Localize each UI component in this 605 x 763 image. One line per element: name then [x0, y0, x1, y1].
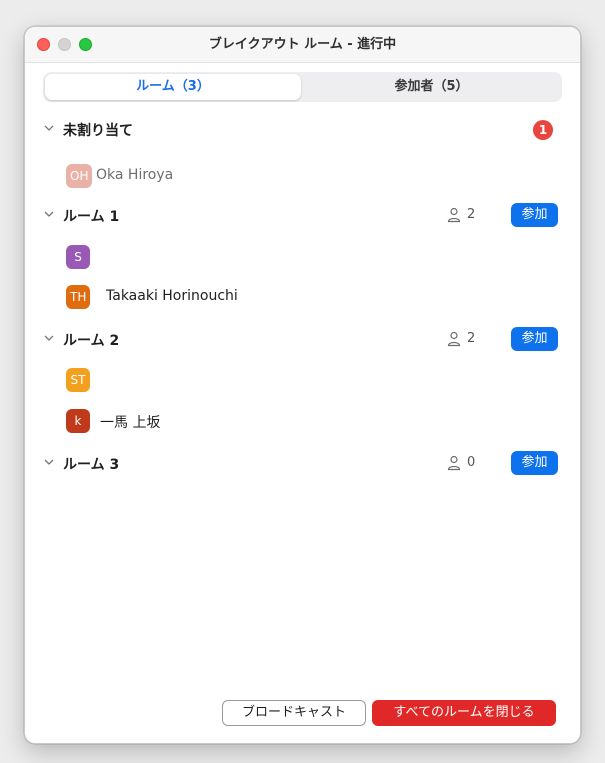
title-bar: ブレイクアウト ルーム - 進行中 [25, 27, 580, 63]
tab-participants[interactable]: 参加者（5） [303, 74, 560, 100]
member-name: Takaaki Horinouchi [106, 288, 238, 304]
unassigned-count-badge: 1 [533, 120, 553, 140]
member-row[interactable]: k 一馬 上坂 [25, 409, 580, 433]
avatar: k [66, 409, 90, 433]
chevron-down-icon[interactable] [43, 208, 55, 220]
member-name: 一馬 上坂 [100, 415, 161, 431]
group-title-room-1: ルーム 1 [63, 209, 120, 225]
avatar: S [66, 245, 90, 269]
chevron-down-icon[interactable] [43, 332, 55, 344]
avatar: OH [66, 164, 93, 188]
group-unassigned[interactable]: 未割り当て 1 [25, 118, 580, 142]
group-room-2[interactable]: ルーム 2 2 参加 [25, 327, 580, 352]
member-row[interactable]: OH Oka Hiroya [25, 164, 580, 188]
group-title-room-2: ルーム 2 [63, 333, 120, 349]
person-icon [447, 331, 461, 347]
group-title-room-3: ルーム 3 [63, 457, 120, 473]
join-room-1-button[interactable]: 参加 [511, 203, 558, 227]
tab-rooms[interactable]: ルーム（3） [45, 74, 301, 100]
join-room-3-button[interactable]: 参加 [511, 451, 558, 475]
person-icon [447, 455, 461, 471]
person-icon [447, 207, 461, 223]
member-name: Oka Hiroya [96, 167, 174, 183]
group-title-unassigned: 未割り当て [63, 123, 133, 139]
chevron-down-icon[interactable] [43, 122, 55, 134]
join-room-2-button[interactable]: 参加 [511, 327, 558, 351]
member-row[interactable]: ST [25, 368, 580, 392]
member-row[interactable]: TH Takaaki Horinouchi [25, 285, 580, 309]
avatar: TH [66, 285, 91, 309]
count-value: 2 [467, 331, 476, 346]
avatar: ST [66, 368, 90, 392]
group-room-3[interactable]: ルーム 3 0 参加 [25, 451, 580, 476]
close-all-rooms-button[interactable]: すべてのルームを閉じる [372, 700, 556, 726]
window-title: ブレイクアウト ルーム - 進行中 [208, 37, 397, 52]
broadcast-button[interactable]: ブロードキャスト [222, 700, 366, 726]
count-value: 0 [467, 455, 476, 470]
breakout-rooms-window: ブレイクアウト ルーム - 進行中 ルーム（3） 参加者（5） 未割り当て 1 … [24, 26, 581, 744]
member-row[interactable]: S [25, 245, 580, 269]
segmented-control: ルーム（3） 参加者（5） [43, 72, 562, 102]
count-value: 2 [467, 207, 476, 222]
chevron-down-icon[interactable] [43, 456, 55, 468]
group-room-1[interactable]: ルーム 1 2 参加 [25, 203, 580, 228]
